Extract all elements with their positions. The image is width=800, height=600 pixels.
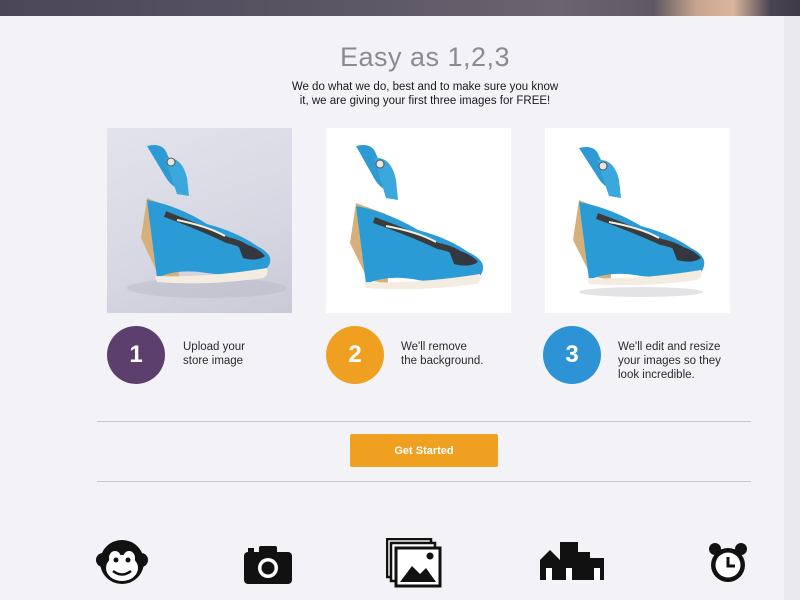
step-1-line-1: Upload your (183, 341, 246, 353)
step-2-image (326, 128, 511, 313)
hero-person-image (652, 0, 800, 16)
step-1-line-2: store image (183, 355, 244, 367)
step-1-number-badge: 1 (107, 326, 165, 384)
divider-bottom (97, 481, 751, 482)
get-started-button[interactable]: Get Started (350, 434, 498, 467)
step-3-line-3: look incredible. (618, 369, 695, 381)
step-3-number-badge: 3 (543, 326, 601, 384)
camera-icon (244, 546, 292, 584)
section-title: Easy as 1,2,3 (339, 42, 511, 72)
image-gallery-icon (386, 538, 442, 588)
shoe-edited-image (573, 147, 705, 297)
step-3-description: We'll edit and resize your images so the… (618, 340, 721, 382)
step-2-line-1: We'll remove (401, 341, 467, 353)
step-2-number-badge: 2 (326, 326, 384, 384)
buildings-icon (540, 542, 604, 580)
section-subtitle: We do what we do, best and to make sure … (0, 80, 800, 108)
divider-top (97, 421, 751, 422)
step-2-line-2: the background. (401, 355, 484, 367)
shoe-original-image (127, 145, 287, 298)
step-3-line-1: We'll edit and resize (618, 341, 721, 353)
step-1-image (107, 128, 292, 313)
subtitle-line-2: it, we are giving your first three image… (299, 95, 551, 107)
monkey-icon (96, 538, 148, 586)
step-1-description: Upload your store image (183, 340, 245, 368)
step-3-line-2: your images so they (618, 355, 721, 367)
subtitle-line-1: We do what we do, best and to make sure … (291, 81, 559, 93)
step-2-description: We'll remove the background. (401, 340, 483, 368)
step-3-image (545, 128, 730, 313)
alarm-clock-icon (708, 542, 748, 584)
shoe-background-removed-image (350, 145, 484, 290)
